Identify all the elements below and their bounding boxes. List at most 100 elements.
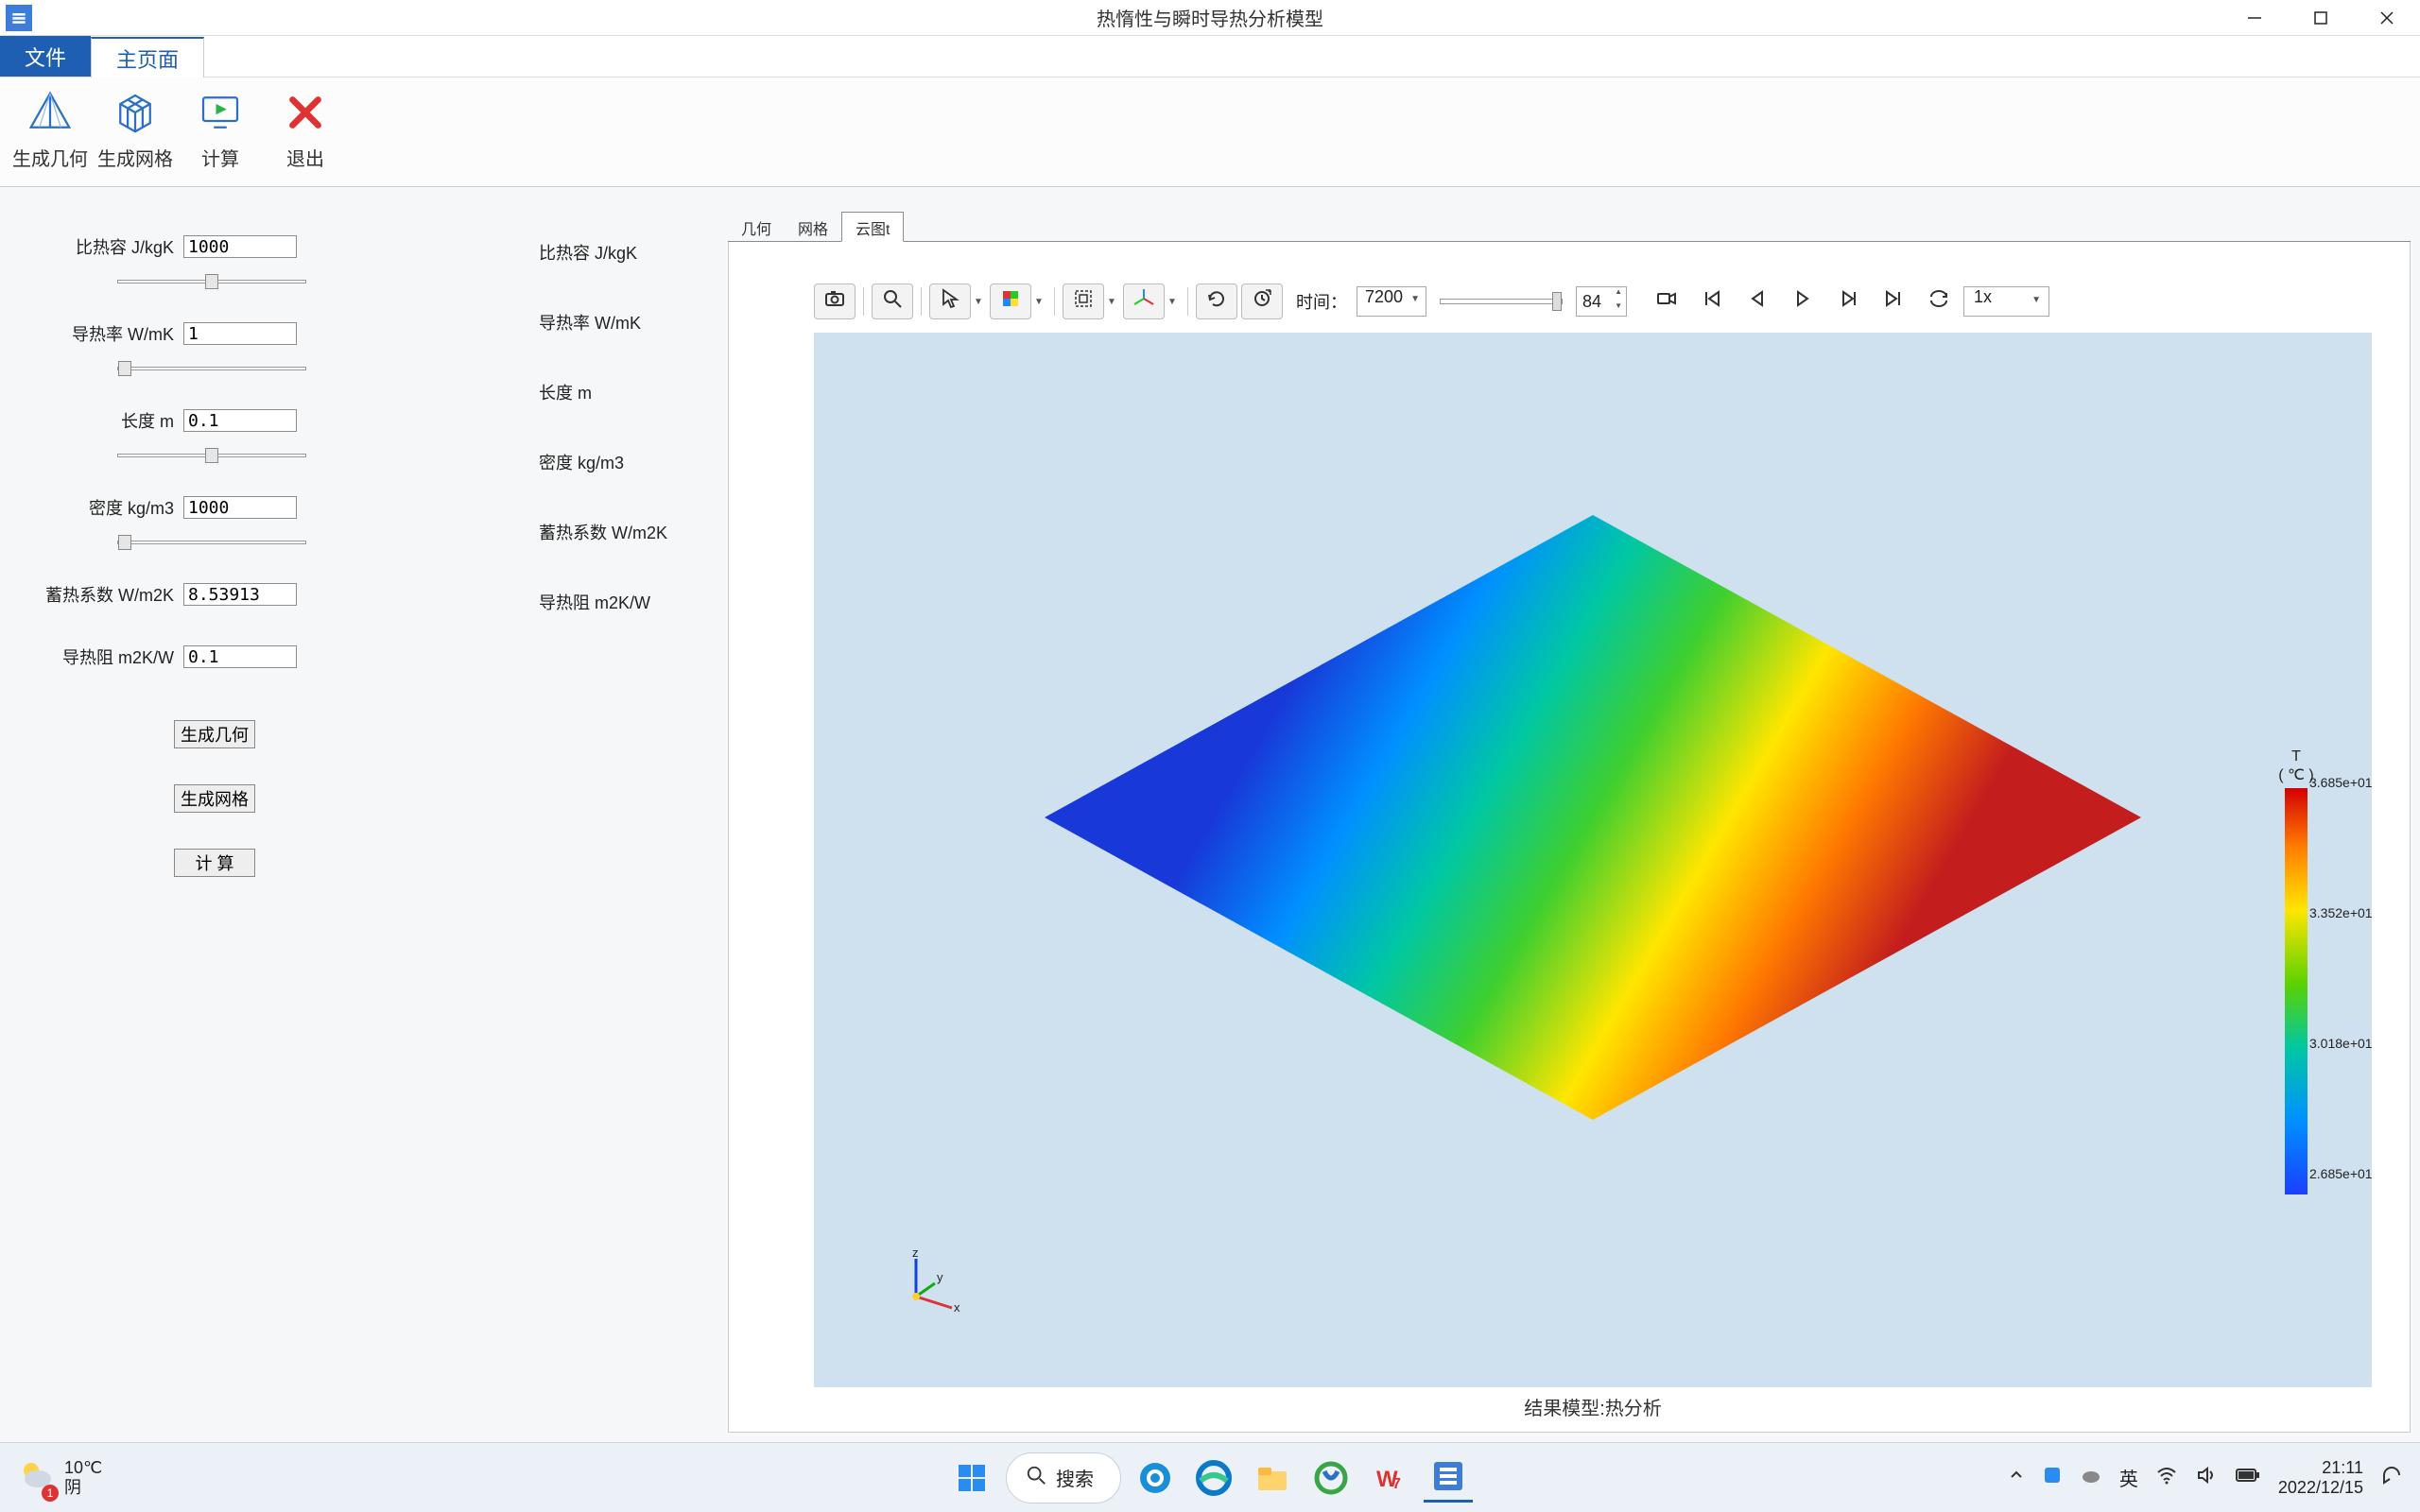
- tray-onedrive-icon[interactable]: [2080, 1464, 2102, 1491]
- thermal-resistance-label: 导热阻 m2K/W: [42, 644, 183, 669]
- colormap-dropdown[interactable]: [1031, 284, 1046, 319]
- minimize-button[interactable]: [2221, 0, 2288, 36]
- ribbon-tab-main[interactable]: 主页面: [91, 37, 204, 77]
- ribbon-generate-geometry-button[interactable]: 生成几何: [8, 83, 93, 171]
- time-scrubber[interactable]: [1440, 299, 1563, 304]
- tray-volume-icon[interactable]: [2195, 1464, 2218, 1491]
- frame-spinner[interactable]: 84▲▼: [1576, 286, 1627, 317]
- density-slider[interactable]: [117, 541, 306, 544]
- scrubber-thumb[interactable]: [1552, 292, 1562, 311]
- taskbar-current-app-icon[interactable]: [1424, 1453, 1473, 1503]
- main-area: 比热容 J/kgK 导热率 W/mK 长度 m 密度 kg/m3 蓄热系数 W/…: [0, 187, 2420, 1442]
- time-label: 时间：: [1296, 289, 1347, 314]
- weather-alert-badge: 1: [42, 1485, 59, 1502]
- ribbon-exit-button[interactable]: 退出: [263, 83, 348, 171]
- last-frame-button[interactable]: [1873, 284, 1914, 319]
- length-input[interactable]: [183, 409, 297, 432]
- taskbar-app-green-icon[interactable]: [1306, 1453, 1356, 1503]
- zoom-fit-button[interactable]: [872, 284, 913, 319]
- conductivity-input[interactable]: [183, 322, 297, 345]
- weather-icon: 1: [17, 1456, 55, 1500]
- playback-speed-select[interactable]: 1x: [1963, 286, 2049, 317]
- taskbar-search[interactable]: 搜索: [1006, 1452, 1121, 1503]
- taskbar-explorer-icon[interactable]: [1248, 1453, 1297, 1503]
- select-mode-button[interactable]: [929, 284, 971, 319]
- loop-button[interactable]: [1918, 284, 1960, 319]
- compute-button[interactable]: 计 算: [174, 849, 255, 877]
- viewport-tab-mesh[interactable]: 网格: [785, 213, 841, 241]
- viewport-tab-geometry[interactable]: 几何: [728, 213, 785, 241]
- svg-text:x: x: [954, 1300, 960, 1314]
- start-button[interactable]: [947, 1453, 996, 1503]
- tray-notifications-icon[interactable]: [2380, 1464, 2403, 1491]
- output-labels-column: 比热容 J/kgK 导热率 W/mK 长度 m 密度 kg/m3 蓄热系数 W/…: [539, 187, 728, 1442]
- result-model-label: 结果模型:热分析: [814, 1387, 2372, 1422]
- system-tray: 英 21:11 2022/12/15: [2008, 1458, 2403, 1497]
- tray-battery-icon[interactable]: [2235, 1467, 2261, 1488]
- legend-tick: 3.352e+01: [2309, 905, 2372, 920]
- viewport-tab-cloud[interactable]: 云图t: [841, 212, 904, 242]
- specific-heat-slider[interactable]: [117, 280, 306, 284]
- ribbon-generate-mesh-button[interactable]: 生成网格: [93, 83, 178, 171]
- render-canvas[interactable]: z x y T ( ℃ ) 3.685e+01 3.352e+01 3.018e…: [814, 333, 2372, 1387]
- reset-view-button[interactable]: [1196, 284, 1237, 319]
- axes-icon: [1132, 287, 1155, 316]
- svg-text:7: 7: [1392, 1476, 1401, 1492]
- taskbar-weather-widget[interactable]: 1 10℃ 阴: [17, 1456, 102, 1500]
- play-button[interactable]: [1782, 284, 1824, 319]
- thermal-resistance-output: [183, 645, 297, 668]
- generate-geometry-button[interactable]: 生成几何: [174, 720, 255, 748]
- legend-tick: 3.685e+01: [2309, 775, 2372, 790]
- cursor-paint-icon: [939, 287, 961, 316]
- colormap-button[interactable]: [990, 284, 1031, 319]
- view-cube-dropdown[interactable]: [1104, 284, 1119, 319]
- reload-arrow-icon: [1205, 287, 1228, 316]
- ribbon-compute-button[interactable]: 计算: [178, 83, 263, 171]
- bounding-box-icon: [1072, 287, 1095, 316]
- taskbar-app-w-icon[interactable]: W7: [1365, 1453, 1414, 1503]
- tray-chevron-icon[interactable]: [2008, 1467, 2025, 1488]
- tray-security-icon[interactable]: [2042, 1465, 2063, 1490]
- viewport-body: 时间： 7200 84▲▼ 1x: [728, 242, 2411, 1433]
- step-forward-icon: [1837, 287, 1859, 316]
- taskbar-edge-chromium-icon[interactable]: [1131, 1453, 1180, 1503]
- svg-text:z: z: [912, 1246, 919, 1260]
- cube-mesh-icon: [110, 87, 161, 138]
- view-cube-button[interactable]: [1063, 284, 1104, 319]
- snapshot-button[interactable]: [814, 284, 856, 319]
- svg-text:y: y: [937, 1270, 943, 1284]
- close-x-icon: [280, 87, 331, 138]
- generate-mesh-button[interactable]: 生成网格: [174, 784, 255, 813]
- time-select[interactable]: 7200: [1357, 286, 1426, 317]
- length-label: 长度 m: [42, 408, 183, 433]
- ribbon: 生成几何 生成网格 计算 退出: [0, 77, 2420, 187]
- legend-color-bar: [2285, 788, 2308, 1194]
- axes-dropdown[interactable]: [1165, 284, 1180, 319]
- axes-button[interactable]: [1123, 284, 1165, 319]
- specific-heat-input[interactable]: [183, 235, 297, 258]
- density-input[interactable]: [183, 496, 297, 519]
- record-button[interactable]: [1646, 284, 1687, 319]
- tray-ime-indicator[interactable]: 英: [2119, 1464, 2138, 1491]
- maximize-button[interactable]: [2288, 0, 2354, 36]
- taskbar-weather-desc: 阴: [64, 1478, 102, 1498]
- refresh-time-button[interactable]: [1241, 284, 1283, 319]
- select-mode-dropdown[interactable]: [971, 284, 986, 319]
- play-monitor-icon: [195, 87, 246, 138]
- next-frame-button[interactable]: [1827, 284, 1869, 319]
- ribbon-tab-file[interactable]: 文件: [0, 36, 91, 77]
- conductivity-label: 导热率 W/mK: [42, 321, 183, 346]
- out-length-label: 长度 m: [539, 380, 728, 404]
- taskbar-edge-icon[interactable]: [1189, 1453, 1238, 1503]
- ribbon-tab-strip: 文件 主页面: [0, 36, 2420, 77]
- parameters-panel: 比热容 J/kgK 导热率 W/mK 长度 m 密度 kg/m3 蓄热系数 W/…: [0, 187, 539, 1442]
- out-conductivity-label: 导热率 W/mK: [539, 310, 728, 335]
- prev-frame-button[interactable]: [1737, 284, 1778, 319]
- first-frame-button[interactable]: [1691, 284, 1733, 319]
- tray-wifi-icon[interactable]: [2155, 1464, 2178, 1491]
- length-slider[interactable]: [117, 454, 306, 457]
- play-icon: [1791, 287, 1814, 316]
- conductivity-slider[interactable]: [117, 367, 306, 370]
- close-button[interactable]: [2354, 0, 2420, 36]
- tray-clock[interactable]: 21:11 2022/12/15: [2278, 1458, 2363, 1497]
